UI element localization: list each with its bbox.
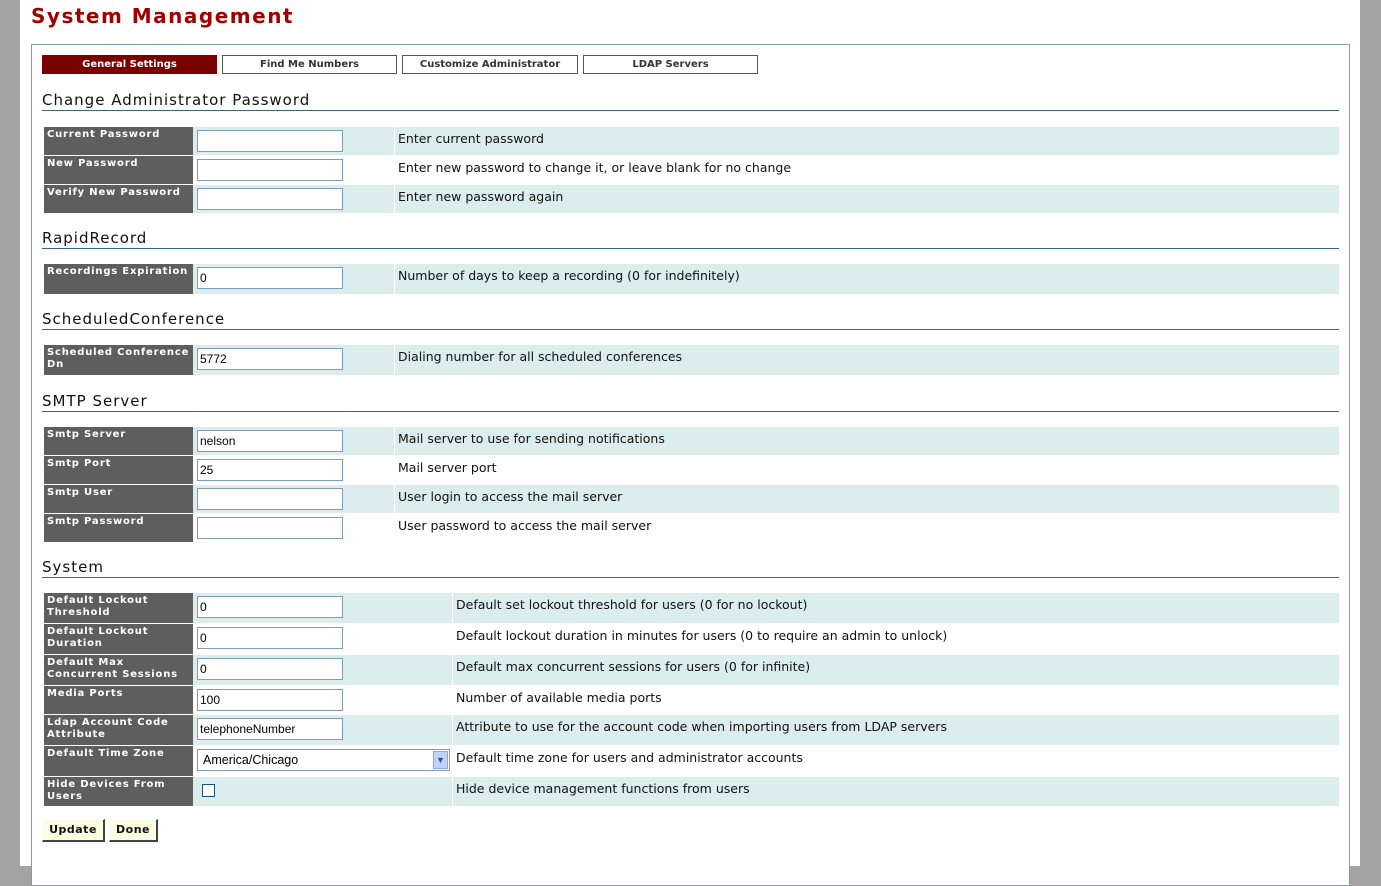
recordings-expiration-input[interactable] [197, 267, 343, 289]
field-label: Media Ports [44, 686, 193, 714]
field-description: Dialing number for all scheduled confere… [398, 349, 683, 364]
field-description: User login to access the mail server [398, 489, 623, 504]
column-divider [394, 485, 395, 513]
field-description: Mail server port [398, 460, 497, 475]
field-description: Default max concurrent sessions for user… [456, 659, 811, 674]
row-media-ports: Media Ports Number of available media po… [44, 686, 1339, 714]
row-verify-new-password: Verify New Password Enter new password a… [44, 185, 1339, 213]
field-label: Verify New Password [44, 185, 193, 213]
verify-new-password-input[interactable] [197, 188, 343, 210]
row-default-lockout-threshold: Default Lockout Threshold Default set lo… [44, 593, 1339, 623]
row-ldap-account-code-attribute: Ldap Account Code Attribute Attribute to… [44, 715, 1339, 745]
tab-general-settings[interactable]: General Settings [42, 55, 217, 74]
row-smtp-user: Smtp User User login to access the mail … [44, 485, 1339, 513]
section-title-system: System [42, 558, 1339, 578]
column-divider [394, 345, 395, 375]
column-divider [452, 655, 453, 685]
row-current-password: Current Password Enter current password [44, 127, 1339, 155]
field-label: Default Max Concurrent Sessions [44, 655, 193, 685]
field-label: Smtp Server [44, 427, 193, 455]
field-description: Number of days to keep a recording (0 fo… [398, 268, 740, 283]
field-description: Enter new password again [398, 189, 564, 204]
section-title-scheduled-conference: ScheduledConference [42, 310, 1339, 330]
field-label: Recordings Expiration [44, 264, 193, 294]
field-label: Hide Devices From Users [44, 777, 193, 806]
default-max-concurrent-sessions-input[interactable] [197, 658, 343, 680]
default-time-zone-select[interactable]: America/Chicago ▼ [197, 749, 450, 771]
row-hide-devices-from-users: Hide Devices From Users Hide device mana… [44, 777, 1339, 806]
default-lockout-duration-input[interactable] [197, 627, 343, 649]
field-description: Attribute to use for the account code wh… [456, 719, 947, 734]
current-password-input[interactable] [197, 130, 343, 152]
tab-customize-administrator[interactable]: Customize Administrator [402, 55, 578, 74]
chevron-down-icon[interactable]: ▼ [433, 751, 448, 769]
smtp-user-input[interactable] [197, 488, 343, 510]
field-label: Default Lockout Duration [44, 624, 193, 654]
row-smtp-password: Smtp Password User password to access th… [44, 514, 1339, 542]
new-password-input[interactable] [197, 159, 343, 181]
field-label: Ldap Account Code Attribute [44, 715, 193, 745]
row-default-max-concurrent-sessions: Default Max Concurrent Sessions Default … [44, 655, 1339, 685]
smtp-server-input[interactable] [197, 430, 343, 452]
tab-ldap-servers[interactable]: LDAP Servers [583, 55, 758, 74]
section-title-smtp: SMTP Server [42, 392, 1339, 412]
field-label: Scheduled Conference Dn [44, 345, 193, 375]
column-divider [394, 127, 395, 155]
row-scheduled-conference-dn: Scheduled Conference Dn Dialing number f… [44, 345, 1339, 375]
field-description: Default lockout duration in minutes for … [456, 628, 948, 643]
row-recordings-expiration: Recordings Expiration Number of days to … [44, 264, 1339, 294]
field-label: Smtp Password [44, 514, 193, 542]
select-value: America/Chicago [203, 753, 299, 767]
field-description: Enter current password [398, 131, 544, 146]
row-smtp-server: Smtp Server Mail server to use for sendi… [44, 427, 1339, 455]
field-description: Default set lockout threshold for users … [456, 597, 808, 612]
default-lockout-threshold-input[interactable] [197, 596, 343, 618]
field-label: New Password [44, 156, 193, 184]
field-label: Default Lockout Threshold [44, 593, 193, 623]
column-divider [394, 427, 395, 455]
field-description: Default time zone for users and administ… [456, 750, 803, 765]
column-divider [452, 593, 453, 623]
hide-devices-checkbox[interactable] [202, 784, 215, 797]
smtp-port-input[interactable] [197, 459, 343, 481]
update-button[interactable]: Update [42, 819, 105, 842]
field-description: Number of available media ports [456, 690, 662, 705]
page: System Management General Settings Find … [20, 0, 1360, 886]
field-label: Smtp User [44, 485, 193, 513]
media-ports-input[interactable] [197, 689, 343, 711]
scheduled-conference-dn-input[interactable] [197, 348, 343, 370]
tab-find-me-numbers[interactable]: Find Me Numbers [222, 55, 397, 74]
column-divider [452, 777, 453, 806]
field-description: Mail server to use for sending notificat… [398, 431, 665, 446]
row-default-time-zone: Default Time Zone America/Chicago ▼ Defa… [44, 746, 1339, 776]
done-button[interactable]: Done [109, 819, 158, 842]
field-description: Hide device management functions from us… [456, 781, 750, 796]
column-divider [452, 715, 453, 745]
field-label: Smtp Port [44, 456, 193, 484]
page-title: System Management [31, 4, 294, 28]
field-label: Default Time Zone [44, 746, 193, 776]
section-title-password: Change Administrator Password [42, 91, 1339, 111]
field-description: User password to access the mail server [398, 518, 652, 533]
ldap-account-code-attribute-input[interactable] [197, 718, 343, 740]
row-default-lockout-duration: Default Lockout Duration Default lockout… [44, 624, 1339, 654]
section-title-rapidrecord: RapidRecord [42, 229, 1339, 249]
column-divider [394, 185, 395, 213]
settings-panel: General Settings Find Me Numbers Customi… [31, 44, 1350, 886]
field-description: Enter new password to change it, or leav… [398, 160, 792, 175]
column-divider [394, 264, 395, 294]
row-new-password: New Password Enter new password to chang… [44, 156, 1339, 184]
field-label: Current Password [44, 127, 193, 155]
smtp-password-input[interactable] [197, 517, 343, 539]
row-smtp-port: Smtp Port Mail server port [44, 456, 1339, 484]
